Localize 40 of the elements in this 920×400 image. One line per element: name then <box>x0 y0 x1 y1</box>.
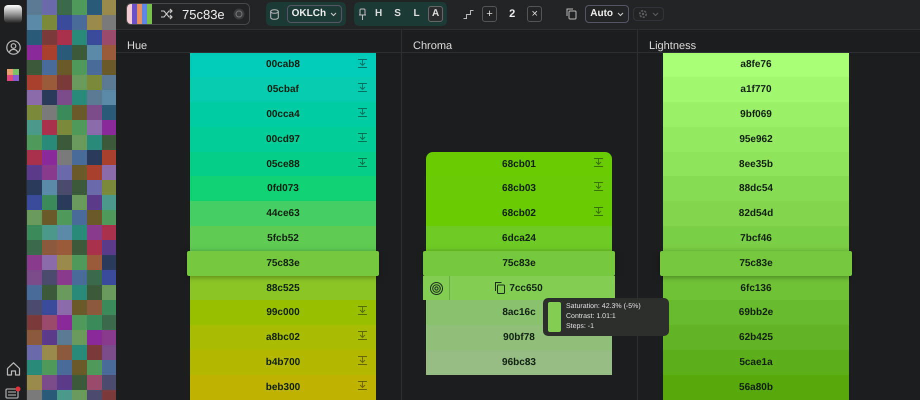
hex-code: 00cab8 <box>266 58 300 72</box>
hex-code: 44ce63 <box>266 207 300 222</box>
hex-code: 7cc650 <box>509 282 543 296</box>
hex-code: 00cca4 <box>266 108 300 122</box>
hex-value: 75c83e <box>182 6 225 24</box>
hex-code: 8ee35b <box>739 158 773 172</box>
hex-code: 6dca24 <box>502 232 536 246</box>
hex-code: 68cb01 <box>502 158 536 172</box>
hex-code: 9bf069 <box>740 108 772 122</box>
hex-code: 75c83e <box>266 256 300 271</box>
hex-code: a8bc02 <box>266 331 300 346</box>
hex-code: 88c525 <box>266 282 300 296</box>
hex-code: 6fc136 <box>740 282 772 296</box>
hex-code: 0fd073 <box>267 182 299 196</box>
hex-code: beb300 <box>266 380 300 395</box>
hex-code: 8ac16c <box>502 306 536 320</box>
hex-code: 56a80b <box>739 380 773 395</box>
hex-code: 95e962 <box>739 132 773 147</box>
hex-code: 68cb03 <box>502 182 536 196</box>
hex-code: 82d54d <box>738 207 774 222</box>
column-header: Chroma <box>402 30 637 52</box>
hex-code: 05cbaf <box>267 83 299 98</box>
hex-code: 7bcf46 <box>740 232 772 246</box>
hex-code: 00cd97 <box>266 132 300 147</box>
hex-code: 75c83e <box>739 256 773 271</box>
step-count: 2 <box>509 7 516 22</box>
hex-code: 68cb02 <box>502 207 536 222</box>
hex-code: 99c000 <box>266 306 300 320</box>
hex-code: a8fe76 <box>740 58 772 72</box>
hex-code: 75c83e <box>502 256 536 271</box>
hex-code: b4b700 <box>266 356 300 370</box>
hex-code: 05ce88 <box>266 158 300 172</box>
hex-code: 62b425 <box>739 331 773 346</box>
hex-code: 88dc54 <box>739 182 773 196</box>
hex-code: 5fcb52 <box>267 232 299 246</box>
hex-code: 5cae1a <box>739 356 773 370</box>
hex-code: 90bf78 <box>503 331 535 346</box>
hex-code: 69bb2e <box>738 306 774 320</box>
hex-code: 96bc83 <box>502 356 536 370</box>
hex-code: a1f770 <box>740 83 772 98</box>
